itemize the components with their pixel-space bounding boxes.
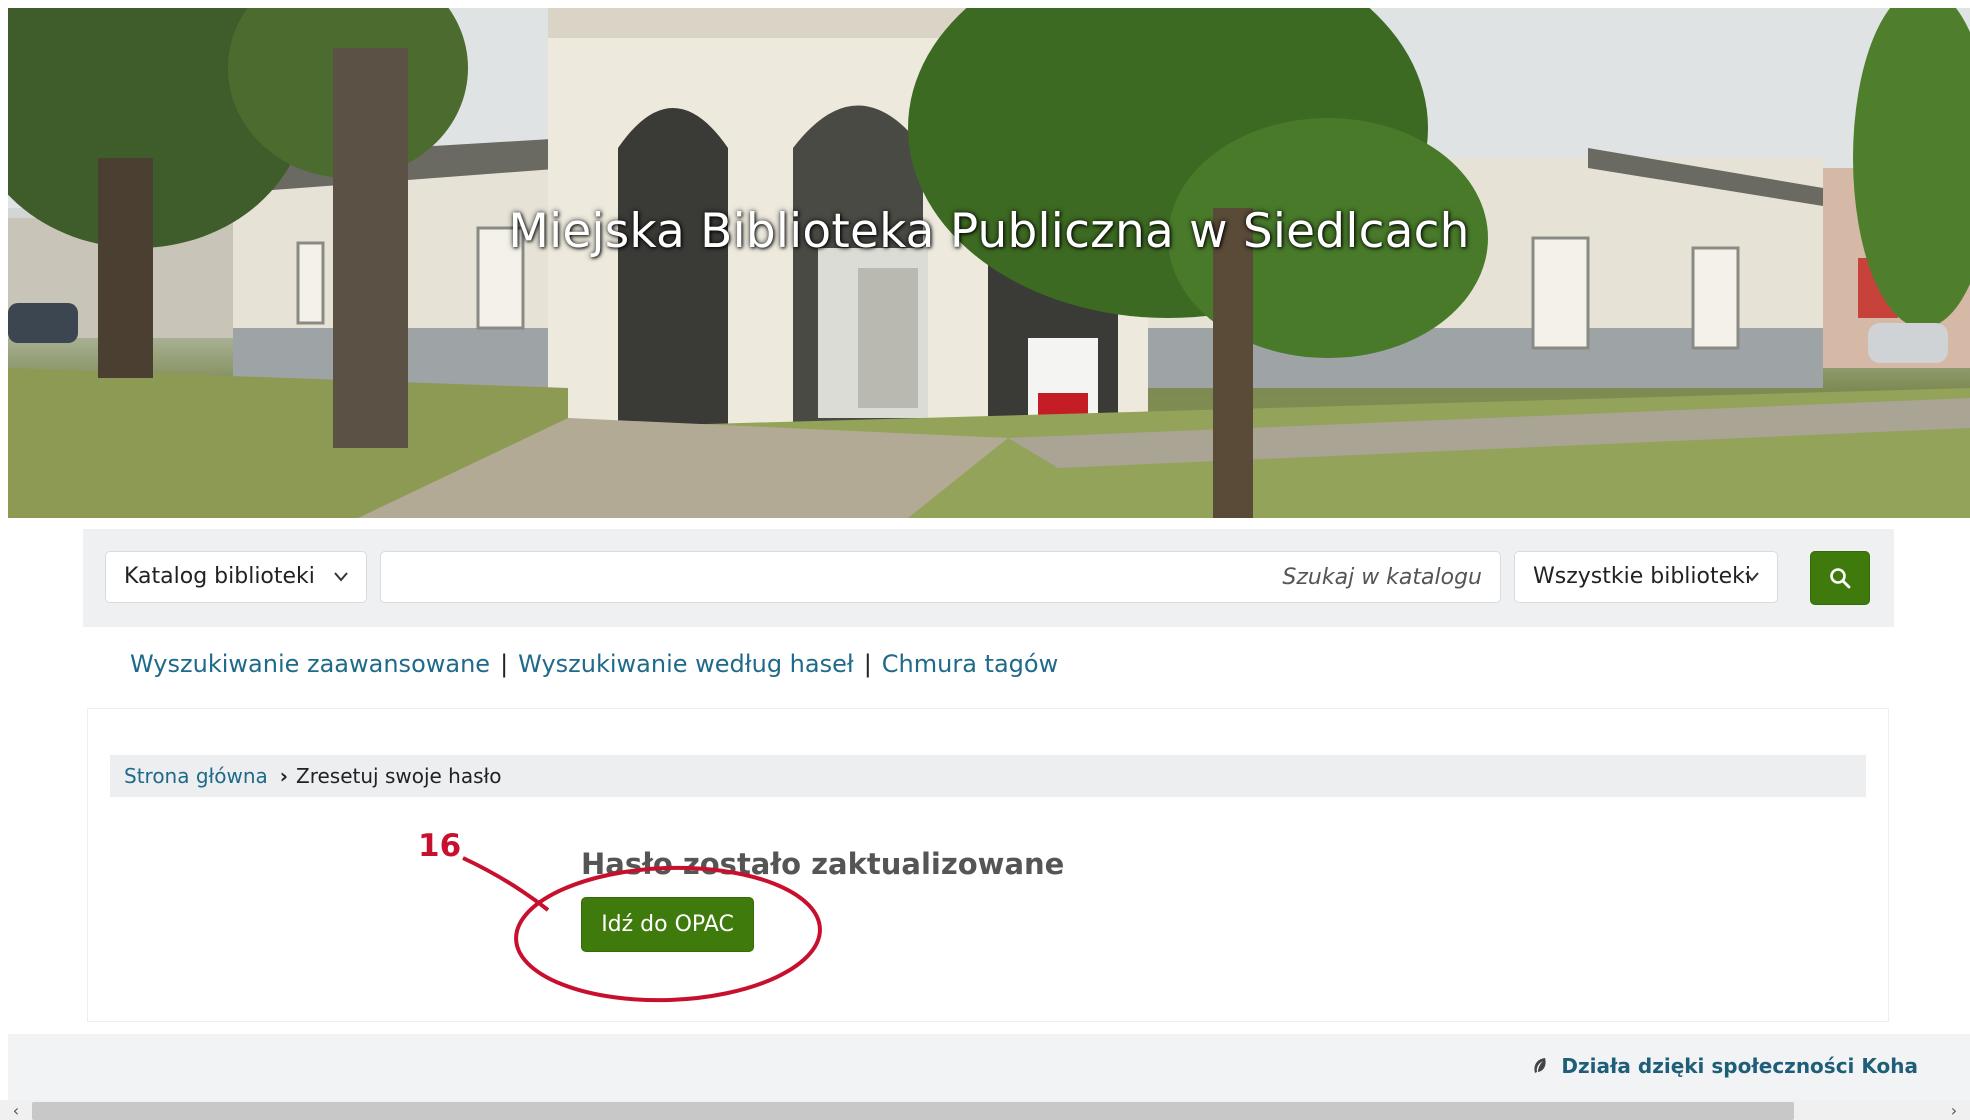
breadcrumb-current: Zresetuj swoje hasło bbox=[296, 764, 502, 788]
scroll-left-arrow-icon[interactable]: ‹ bbox=[4, 1100, 28, 1120]
main-content-panel: Strona główna › Zresetuj swoje hasło Hasło… bbox=[87, 708, 1889, 1022]
breadcrumb-home-link[interactable]: Strona główna bbox=[124, 764, 268, 788]
powered-by-text: Działa dzięki społeczności Koha bbox=[1561, 1054, 1918, 1078]
search-button[interactable] bbox=[1810, 551, 1870, 605]
search-icon bbox=[1830, 568, 1851, 589]
page: Miejska Biblioteka Publiczna w Siedlcach… bbox=[0, 0, 1970, 1120]
advanced-search-link[interactable]: Wyszukiwanie zaawansowane bbox=[130, 650, 490, 678]
horizontal-scrollbar[interactable]: ‹ › bbox=[0, 1100, 1970, 1120]
term-search-link[interactable]: Wyszukiwanie według haseł bbox=[518, 650, 854, 678]
catalog-select-value: Katalog biblioteki bbox=[124, 564, 315, 589]
search-options-links: Wyszukiwanie zaawansowane | Wyszukiwanie w… bbox=[130, 650, 1058, 678]
password-updated-heading: Hasło zostało zaktualizowane bbox=[581, 847, 1065, 881]
koha-leaf-icon bbox=[1532, 1054, 1555, 1078]
search-input[interactable] bbox=[380, 551, 1501, 603]
catalog-select[interactable]: Katalog biblioteki bbox=[105, 551, 367, 603]
chevron-down-icon bbox=[1745, 552, 1759, 622]
scroll-right-arrow-icon[interactable]: › bbox=[1942, 1100, 1966, 1120]
tag-cloud-link[interactable]: Chmura tagów bbox=[882, 650, 1058, 678]
link-separator: | bbox=[500, 650, 509, 678]
link-separator: | bbox=[863, 650, 872, 678]
chevron-down-icon bbox=[334, 552, 348, 622]
hero-banner: Miejska Biblioteka Publiczna w Siedlcach bbox=[8, 8, 1970, 518]
go-to-opac-button[interactable]: Idź do OPAC bbox=[581, 897, 754, 952]
breadcrumb-separator: › bbox=[279, 764, 288, 788]
library-select-value: Wszystkie biblioteki bbox=[1533, 564, 1751, 589]
library-building-photo bbox=[8, 8, 1970, 518]
breadcrumb: Strona główna › Zresetuj swoje hasło bbox=[110, 755, 1866, 797]
scrollbar-thumb[interactable] bbox=[32, 1102, 1794, 1120]
search-bar: Katalog biblioteki Wszystkie biblioteki bbox=[83, 529, 1894, 627]
footer: Działa dzięki społeczności Koha bbox=[8, 1034, 1970, 1100]
library-select[interactable]: Wszystkie biblioteki bbox=[1514, 551, 1778, 603]
powered-by-koha-link[interactable]: Działa dzięki społeczności Koha bbox=[1532, 1054, 1918, 1078]
site-title[interactable]: Miejska Biblioteka Publiczna w Siedlcach bbox=[8, 204, 1970, 259]
annotation-step-number: 16 bbox=[418, 828, 462, 864]
